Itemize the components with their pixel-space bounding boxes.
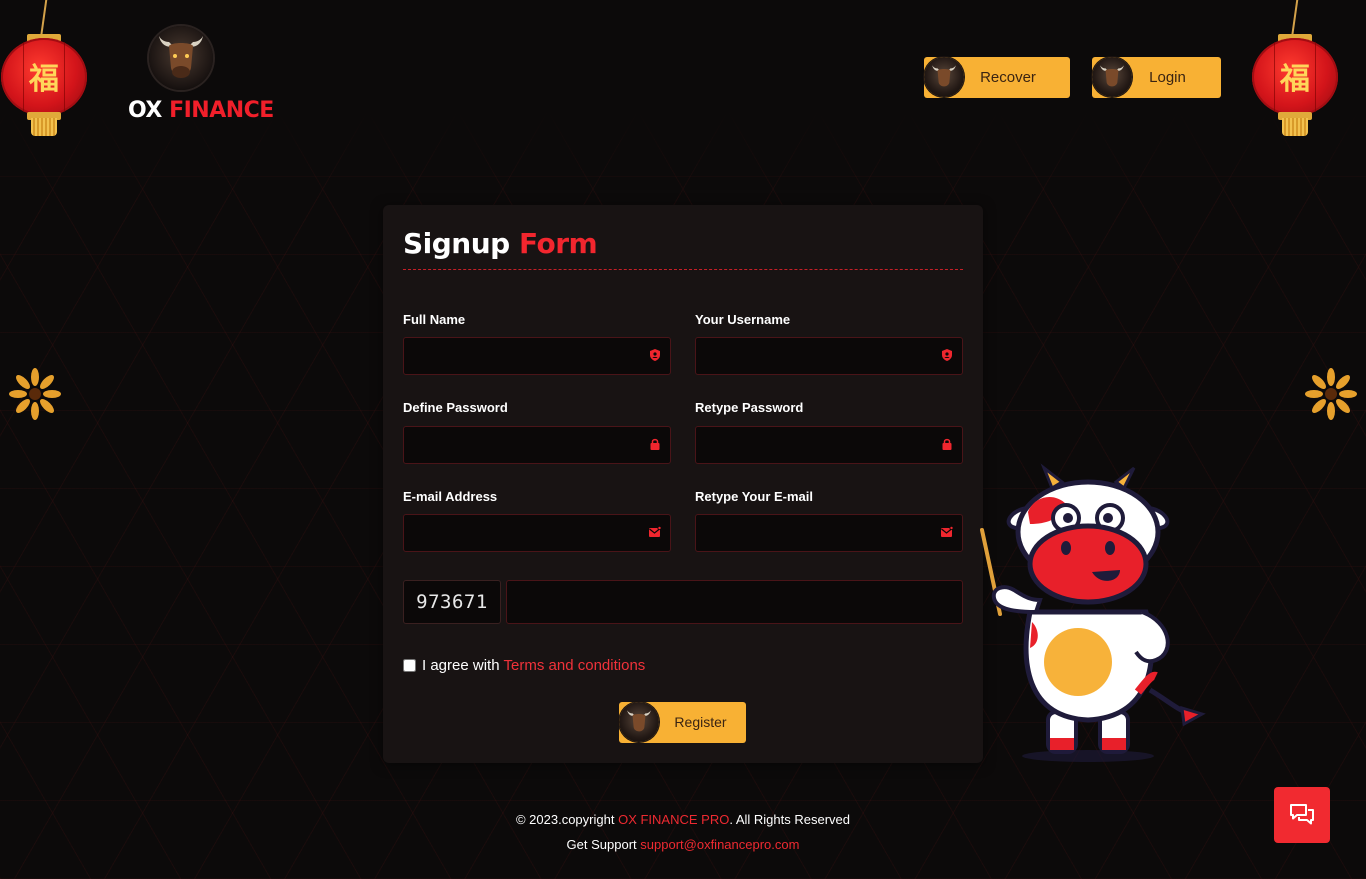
copyright-brand-link[interactable]: OX FINANCE PRO: [618, 812, 729, 827]
user-shield-icon: [941, 349, 953, 361]
recover-label: Recover: [980, 69, 1036, 86]
terms-link[interactable]: Terms and conditions: [504, 657, 646, 674]
ox-avatar-icon: [1092, 57, 1132, 97]
captcha-code: 973671: [403, 580, 501, 624]
mail-icon: [941, 526, 953, 538]
brand-wordmark: OX FINANCE: [128, 98, 274, 123]
support-prefix: Get Support: [566, 837, 637, 852]
retype-password-label: Retype Password: [695, 400, 804, 415]
retype-password-input[interactable]: [695, 426, 963, 464]
user-shield-icon: [649, 349, 661, 361]
footer-copyright: © 2023.copyright OX FINANCE PRO. All Rig…: [0, 812, 1366, 827]
login-button[interactable]: Login: [1092, 57, 1221, 98]
lantern-glyph: 福: [1280, 62, 1310, 97]
agree-row: I agree with Terms and conditions: [403, 657, 645, 674]
flower-right-decoration: [1305, 368, 1357, 420]
brand-name-part2: FINANCE: [169, 98, 274, 123]
signup-form-card: Signup Form Full Name Your Username Defi…: [383, 205, 983, 763]
chat-bubbles-icon: [1290, 804, 1314, 825]
define-password-label: Define Password: [403, 400, 508, 415]
register-label: Register: [674, 714, 727, 730]
register-button[interactable]: Register: [619, 702, 746, 743]
form-title: Signup Form: [403, 227, 598, 260]
recover-button[interactable]: Recover: [924, 57, 1070, 98]
form-title-part2: Form: [518, 227, 598, 260]
ox-avatar-icon: [619, 702, 659, 742]
support-email-link[interactable]: support@oxfinancepro.com: [640, 837, 799, 852]
copyright-suffix: . All Rights Reserved: [729, 812, 851, 827]
chat-button[interactable]: [1274, 787, 1330, 843]
form-title-part1: Signup: [403, 227, 510, 260]
lantern-glyph: 福: [29, 62, 59, 97]
login-label: Login: [1149, 69, 1186, 86]
agree-text: I agree with: [422, 657, 500, 674]
define-password-input[interactable]: [403, 426, 671, 464]
copyright-prefix: © 2023.copyright: [515, 812, 615, 827]
retype-email-label: Retype Your E-mail: [695, 489, 813, 504]
flower-left-decoration: [9, 368, 61, 420]
username-input[interactable]: [695, 337, 963, 375]
full-name-label: Full Name: [403, 312, 466, 327]
brand-name-part1: OX: [128, 98, 162, 123]
lock-icon: [941, 438, 953, 450]
username-label: Your Username: [695, 312, 791, 327]
email-input[interactable]: [403, 514, 671, 552]
brand-logo[interactable]: OX FINANCE: [128, 26, 274, 123]
captcha-input[interactable]: [506, 580, 963, 624]
lantern-right-decoration: 福: [1252, 0, 1338, 142]
lock-icon: [649, 438, 661, 450]
cow-mascot-illustration: [970, 462, 1210, 767]
title-divider: [403, 269, 963, 270]
mail-icon: [649, 526, 661, 538]
lantern-left-decoration: 福: [1, 0, 87, 142]
ox-avatar-icon: [924, 57, 964, 97]
email-label: E-mail Address: [403, 489, 498, 504]
ox-head-icon: [149, 26, 213, 90]
full-name-input[interactable]: [403, 337, 671, 375]
retype-email-input[interactable]: [695, 514, 963, 552]
agree-checkbox[interactable]: [403, 659, 416, 672]
footer-support: Get Support support@oxfinancepro.com: [0, 837, 1366, 852]
